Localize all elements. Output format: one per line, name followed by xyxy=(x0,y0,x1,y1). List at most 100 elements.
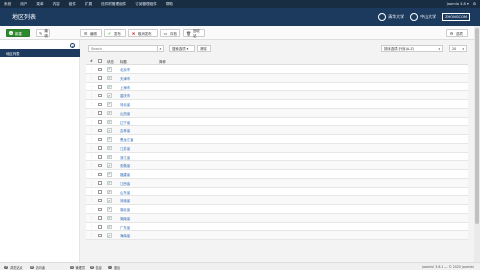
region-title-link[interactable]: 安徽省 xyxy=(120,163,130,168)
published-status-toggle[interactable]: ✔ xyxy=(107,128,112,133)
menu-menus[interactable]: 菜单 xyxy=(36,2,43,7)
collapse-sidebar-icon[interactable]: ◂ xyxy=(70,43,75,48)
menu-system[interactable]: 系统 xyxy=(4,2,11,7)
row-checkbox[interactable] xyxy=(98,76,102,80)
drag-handle-icon[interactable]: ⋮ xyxy=(90,93,93,97)
new-button[interactable]: + 新建 xyxy=(6,29,30,37)
published-status-toggle[interactable]: ✔ xyxy=(107,180,112,186)
region-title-link[interactable]: 湖南省 xyxy=(120,216,130,221)
region-title-link[interactable]: 重庆市 xyxy=(120,93,130,98)
drag-handle-icon[interactable]: ⋮ xyxy=(90,155,93,159)
view-site-link[interactable]: ↗ 浏览站点 xyxy=(4,265,23,270)
row-checkbox[interactable] xyxy=(98,85,102,89)
messages-status[interactable]: 0 信息 xyxy=(90,265,102,270)
region-title-link[interactable]: 湖北省 xyxy=(120,207,130,212)
row-checkbox[interactable] xyxy=(98,233,102,238)
region-title-link[interactable]: 吉林省 xyxy=(120,128,130,133)
row-checkbox[interactable] xyxy=(98,102,102,106)
drag-handle-icon[interactable]: ⋮ xyxy=(90,216,93,220)
published-status-toggle[interactable]: ✔ xyxy=(107,119,112,124)
published-status-toggle[interactable]: ✔ xyxy=(107,172,112,177)
row-checkbox[interactable] xyxy=(98,120,102,124)
row-checkbox[interactable] xyxy=(98,137,102,141)
drag-handle-icon[interactable]: ⋮ xyxy=(90,137,93,141)
region-title-link[interactable]: 黑龙江省 xyxy=(120,137,134,142)
site-link[interactable]: Joomla 3.8 ▾ xyxy=(447,2,469,6)
region-title-link[interactable]: 北京市 xyxy=(120,67,130,72)
region-title-link[interactable]: 山西省 xyxy=(120,111,130,116)
menu-users[interactable]: 用户 xyxy=(20,2,27,7)
drag-handle-icon[interactable]: ⋮ xyxy=(90,172,93,176)
row-checkbox[interactable] xyxy=(98,111,102,115)
col-title[interactable]: 标题 xyxy=(120,59,127,64)
limit-select[interactable]: 20 ▾ xyxy=(449,45,467,52)
sidebar-item-regions[interactable]: 地区列表 xyxy=(0,49,80,57)
row-checkbox[interactable] xyxy=(98,67,102,71)
drag-handle-icon[interactable]: ⋮ xyxy=(90,225,93,229)
row-checkbox[interactable] xyxy=(98,146,102,150)
region-title-link[interactable]: 海南省 xyxy=(120,233,130,238)
published-status-toggle[interactable]: ✔ xyxy=(107,110,112,116)
options-button[interactable]: ⚙ 选项 xyxy=(446,29,468,37)
published-status-toggle[interactable]: ✔ xyxy=(107,198,112,203)
drag-handle-icon[interactable]: ⋮ xyxy=(90,198,93,202)
published-status-toggle[interactable]: ✔ xyxy=(107,145,112,151)
published-status-toggle[interactable]: ✔ xyxy=(107,102,112,107)
published-status-toggle[interactable]: ✔ xyxy=(107,67,112,72)
menu-help[interactable]: 帮助 xyxy=(166,2,173,7)
drag-handle-icon[interactable]: ⋮ xyxy=(90,128,93,132)
region-title-link[interactable]: 广东省 xyxy=(120,225,130,230)
row-checkbox[interactable] xyxy=(98,225,102,229)
drag-handle-icon[interactable]: ⋮ xyxy=(90,181,93,185)
row-checkbox[interactable] xyxy=(98,190,102,194)
edit-list-button[interactable]: ☰ 编辑 xyxy=(80,29,102,37)
row-checkbox[interactable] xyxy=(98,181,102,185)
drag-handle-icon[interactable]: ⋮ xyxy=(90,67,93,71)
check-all-checkbox[interactable] xyxy=(98,59,102,63)
published-status-toggle[interactable]: ✔ xyxy=(107,93,112,98)
search-input[interactable] xyxy=(88,45,162,52)
drag-handle-icon[interactable]: ⋮ xyxy=(90,76,93,80)
trash-button[interactable]: 🗑 回收站 xyxy=(183,29,205,38)
drag-handle-icon[interactable]: ⋮ xyxy=(90,233,93,237)
region-title-link[interactable]: 福建省 xyxy=(120,172,130,177)
published-status-toggle[interactable]: ✔ xyxy=(107,224,112,229)
published-status-toggle[interactable]: ✔ xyxy=(107,84,112,89)
published-status-toggle[interactable]: ✔ xyxy=(107,137,112,142)
region-title-link[interactable]: 天津市 xyxy=(120,76,130,81)
published-status-toggle[interactable]: ✔ xyxy=(107,189,112,194)
published-status-toggle[interactable]: ✔ xyxy=(107,207,112,212)
published-status-toggle[interactable]: ✔ xyxy=(107,154,112,159)
edit-button[interactable]: ✎ 编辑 xyxy=(36,29,50,38)
published-status-toggle[interactable]: ✔ xyxy=(107,215,112,221)
drag-handle-icon[interactable]: ⋮ xyxy=(90,190,93,194)
col-status[interactable]: 状态 xyxy=(107,59,114,64)
visitors-status[interactable]: 0 访问者 xyxy=(30,265,45,270)
region-title-link[interactable]: 辽宁省 xyxy=(120,120,130,125)
row-checkbox[interactable] xyxy=(98,163,102,168)
row-checkbox[interactable] xyxy=(98,128,102,133)
menu-component-a[interactable]: 信件附管理组件 xyxy=(101,2,126,7)
unpublish-button[interactable]: ✖ 取消发布 xyxy=(128,29,158,37)
menu-components[interactable]: 组件 xyxy=(69,2,76,7)
region-title-link[interactable]: 河南省 xyxy=(120,198,130,203)
drag-handle-icon[interactable]: ⋮ xyxy=(90,85,93,89)
col-ordering[interactable]: # xyxy=(90,59,93,63)
published-status-toggle[interactable]: ✔ xyxy=(107,75,112,81)
region-title-link[interactable]: 上海市 xyxy=(120,85,130,90)
row-checkbox[interactable] xyxy=(98,198,102,203)
published-status-toggle[interactable]: ✔ xyxy=(107,233,112,238)
published-status-toggle[interactable]: ✔ xyxy=(107,163,112,168)
search-button[interactable]: ⌕ xyxy=(157,45,164,52)
drag-handle-icon[interactable]: ⋮ xyxy=(90,207,93,211)
menu-content[interactable]: 内容 xyxy=(53,2,60,7)
logout-link[interactable]: − 退出 xyxy=(108,265,120,270)
admins-status[interactable]: 1 管理员 xyxy=(70,265,85,270)
region-title-link[interactable]: 江西省 xyxy=(120,181,130,186)
archive-button[interactable]: ▭ 存档 xyxy=(160,29,180,37)
scrollbar-thumb[interactable] xyxy=(475,28,479,224)
gear-icon[interactable]: ⚙ xyxy=(473,2,476,6)
drag-handle-icon[interactable]: ⋮ xyxy=(90,111,93,115)
row-checkbox[interactable] xyxy=(98,155,102,159)
region-title-link[interactable]: 山东省 xyxy=(120,190,130,195)
